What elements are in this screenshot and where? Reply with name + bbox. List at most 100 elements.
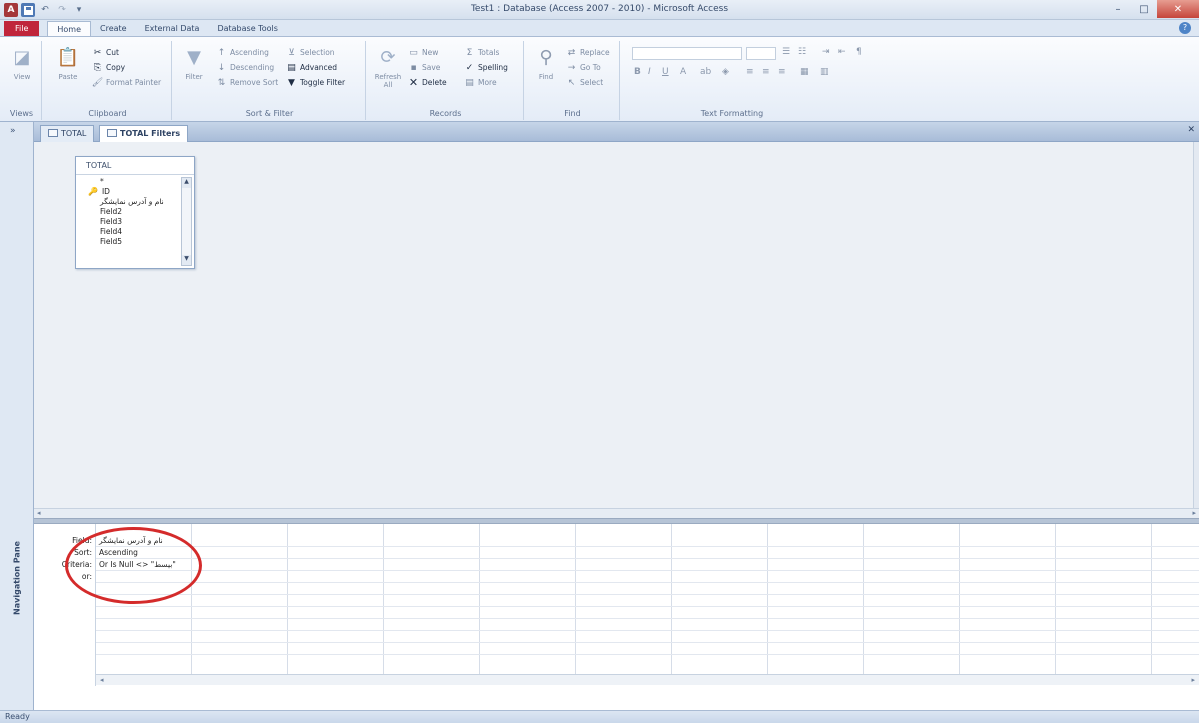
replace-button[interactable]: ⇄ Replace — [566, 47, 610, 58]
close-document-icon[interactable]: ✕ — [1187, 125, 1195, 135]
save-label: Save — [422, 63, 441, 72]
tab-database-tools[interactable]: Database Tools — [208, 21, 286, 36]
view-button[interactable]: ◪ View — [6, 43, 38, 82]
refresh-all-button[interactable]: ⟳ Refresh All — [372, 43, 404, 90]
more-icon: ▤ — [465, 77, 474, 88]
field-id[interactable]: 🔑 ID — [88, 187, 180, 197]
tab-file[interactable]: File — [4, 21, 40, 36]
navigation-pane[interactable]: » Navigation Pane — [0, 122, 34, 710]
cut-button[interactable]: ✂ Cut — [92, 47, 119, 58]
field-list: * 🔑 ID نام و آدرس نمایشگر Field2 Field3 F… — [76, 177, 180, 267]
field-field3[interactable]: Field3 — [100, 217, 180, 227]
tab-create[interactable]: Create — [91, 21, 136, 36]
save-record-button[interactable]: ▪ Save — [408, 62, 440, 73]
rtl-icon[interactable]: ¶ — [856, 47, 862, 57]
navigation-pane-label: Navigation Pane — [12, 541, 22, 615]
save-record-icon: ▪ — [410, 62, 417, 73]
background-color-icon[interactable]: ◈ — [722, 67, 729, 77]
filter-label: Filter — [185, 73, 203, 81]
find-button[interactable]: ⚲ Find — [530, 43, 562, 82]
ascending-button[interactable]: ↑ Ascending — [216, 47, 269, 58]
select-button[interactable]: ↖ Select — [566, 77, 603, 88]
window-controls: – □ ✕ — [1105, 0, 1199, 18]
scroll-right-icon[interactable]: ▸ — [1192, 509, 1196, 517]
bullets-icon[interactable]: ☷ — [798, 47, 806, 57]
spelling-button[interactable]: ✓ Spelling — [464, 62, 508, 73]
scroll-up-icon[interactable]: ▲ — [182, 178, 191, 188]
grid-cell-field[interactable]: نام و آدرس نمایشگر — [99, 536, 163, 545]
toggle-filter-button[interactable]: ▼ Toggle Filter — [286, 77, 345, 88]
table-field-list[interactable]: TOTAL * 🔑 ID نام و آدرس نمایشگر Field2 Fi… — [75, 156, 195, 269]
copy-button[interactable]: ⎘ Copy — [92, 62, 125, 73]
more-label: More — [478, 78, 497, 87]
highlight-icon[interactable]: ab — [700, 67, 711, 77]
delete-button[interactable]: ✕ Delete — [408, 76, 447, 89]
records-group-label: Records — [429, 109, 462, 118]
format-painter-button[interactable]: 🖌 Format Painter — [92, 77, 161, 88]
doc-tab-total[interactable]: TOTAL — [40, 125, 95, 142]
more-button[interactable]: ▤ More — [464, 77, 497, 88]
remove-sort-button[interactable]: ⇅ Remove Sort — [216, 77, 278, 88]
close-button[interactable]: ✕ — [1157, 0, 1199, 18]
query-design-upper-pane[interactable] — [34, 142, 1193, 508]
field-asterisk[interactable]: * — [100, 177, 180, 187]
new-record-button[interactable]: ▭ New — [408, 47, 438, 58]
filter-query-icon — [107, 129, 117, 137]
grid-row-line — [96, 642, 1199, 643]
selection-button[interactable]: ⊻ Selection — [286, 47, 334, 58]
bold-button[interactable]: B — [634, 67, 641, 77]
find-group-label: Find — [564, 109, 581, 118]
tab-external-data[interactable]: External Data — [136, 21, 209, 36]
outdent-icon[interactable]: ⇤ — [838, 47, 846, 57]
upper-horizontal-scrollbar[interactable]: ◂ ▸ — [34, 508, 1199, 518]
font-color-icon[interactable]: A — [680, 67, 686, 77]
minimize-button[interactable]: – — [1105, 0, 1131, 18]
scroll-left-icon[interactable]: ◂ — [37, 509, 41, 517]
field-list-scrollbar[interactable]: ▲ ▼ — [181, 177, 192, 266]
font-name-combo[interactable] — [632, 47, 742, 60]
records-group: ⟳ Refresh All ▭ New ▪ Save ✕ Delete Σ To… — [368, 41, 524, 120]
align-right-icon[interactable]: ≡ — [778, 67, 786, 77]
align-left-icon[interactable]: ≡ — [746, 67, 754, 77]
align-center-icon[interactable]: ≡ — [762, 67, 770, 77]
grid-cell-sort[interactable]: Ascending — [99, 548, 138, 557]
cut-label: Cut — [106, 48, 119, 57]
goto-label: Go To — [580, 63, 601, 72]
filter-button[interactable]: ▼ Filter — [178, 43, 210, 82]
field-field4[interactable]: Field4 — [100, 227, 180, 237]
vertical-scrollbar[interactable] — [1193, 142, 1199, 518]
nav-pane-toggle[interactable]: » — [10, 126, 16, 136]
grid-scroll-left-icon[interactable]: ◂ — [100, 676, 104, 684]
spelling-icon: ✓ — [465, 62, 474, 73]
maximize-button[interactable]: □ — [1131, 0, 1157, 18]
delete-label: Delete — [422, 78, 447, 87]
doc-tab-total-label: TOTAL — [61, 129, 87, 138]
advanced-button[interactable]: ▤ Advanced — [286, 62, 337, 73]
totals-button[interactable]: Σ Totals — [464, 47, 500, 58]
grid-cell-criteria[interactable]: "بیسط" <> Or Is Null — [99, 560, 176, 569]
field-field5[interactable]: Field5 — [100, 237, 180, 247]
underline-button[interactable]: U — [662, 67, 669, 77]
tab-home[interactable]: Home — [47, 21, 92, 36]
paste-button[interactable]: 📋 Paste — [52, 43, 84, 82]
italic-button[interactable]: I — [648, 67, 651, 77]
grid-row-line — [96, 546, 1199, 547]
gridlines-icon[interactable]: ▦ — [800, 67, 809, 77]
new-label: New — [422, 48, 439, 57]
goto-button[interactable]: → Go To — [566, 62, 601, 73]
alternate-row-color-icon[interactable]: ▥ — [820, 67, 829, 77]
grid-scroll-right-icon[interactable]: ▸ — [1191, 676, 1195, 684]
field-field2[interactable]: Field2 — [100, 207, 180, 217]
field-name-address[interactable]: نام و آدرس نمایشگر — [100, 197, 180, 207]
font-size-combo[interactable] — [746, 47, 776, 60]
numbering-icon[interactable]: ☰ — [782, 47, 790, 57]
descending-button[interactable]: ↓ Descending — [216, 62, 274, 73]
scroll-down-icon[interactable]: ▼ — [182, 255, 191, 265]
grid-horizontal-scrollbar[interactable]: ◂ ▸ — [96, 674, 1199, 685]
title-bar: A ↶ ↷ ▾ Test1 : Database (Access 2007 - … — [0, 0, 1199, 20]
help-icon[interactable]: ? — [1179, 22, 1191, 34]
ascending-label: Ascending — [230, 48, 269, 57]
doc-tab-total-filters[interactable]: TOTAL Filters — [99, 125, 189, 142]
copy-label: Copy — [106, 63, 126, 72]
indent-icon[interactable]: ⇥ — [822, 47, 830, 57]
